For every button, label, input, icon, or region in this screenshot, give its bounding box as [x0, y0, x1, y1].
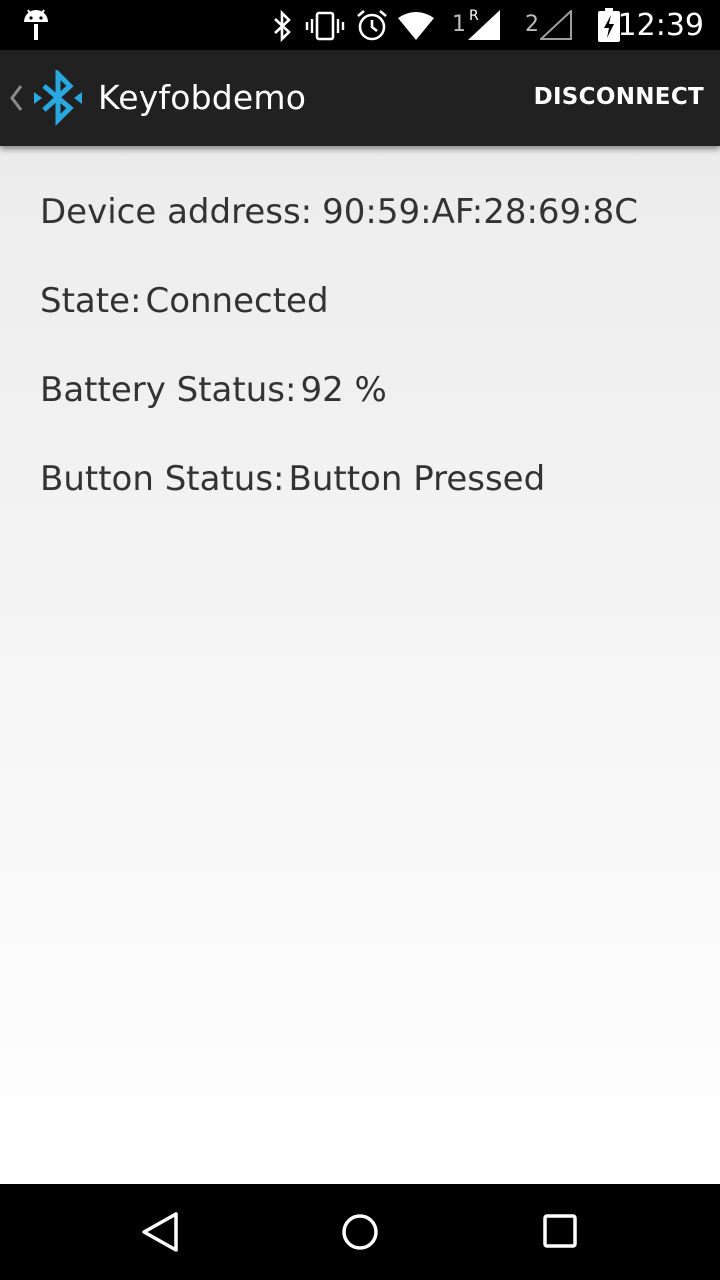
status-bar: 1 R 2 12:39: [0, 0, 720, 50]
button-status-label: Button Status:: [40, 459, 285, 499]
signal-sim1-icon: [468, 10, 500, 45]
alarm-icon: [355, 8, 389, 47]
device-address-row: Device address: 90:59:AF:28:69:8C: [40, 192, 638, 232]
bluetooth-icon[interactable]: [32, 67, 84, 131]
button-status-value: Button Pressed: [288, 459, 546, 499]
battery-status-label: Battery Status:: [40, 370, 297, 410]
battery-status-row: Battery Status: 92 %: [40, 370, 387, 410]
home-icon[interactable]: [338, 1206, 382, 1263]
device-address-value: 90:59:AF:28:69:8C: [322, 192, 639, 232]
disconnect-button[interactable]: DISCONNECT: [534, 84, 704, 110]
device-details-panel: Device address: 90:59:AF:28:69:8C State: C…: [0, 146, 720, 1184]
recents-icon[interactable]: [538, 1206, 582, 1263]
state-value: Connected: [145, 281, 329, 321]
status-clock: 12:39: [617, 8, 704, 43]
battery-status-value: 92 %: [300, 370, 387, 410]
up-navigation-icon[interactable]: [6, 80, 26, 121]
signal-sim2-icon: [538, 8, 572, 45]
action-bar: Keyfobdemo DISCONNECT: [0, 50, 720, 146]
button-status-row: Button Status: Button Pressed: [40, 459, 545, 499]
device-address-label: Device address:: [40, 192, 313, 232]
vibrate-icon: [305, 10, 345, 47]
sim2-label: 2: [525, 12, 539, 37]
bluetooth-icon: [272, 9, 294, 47]
page-title: Keyfobdemo: [98, 78, 307, 117]
wifi-icon: [398, 12, 434, 45]
state-label: State:: [40, 281, 142, 321]
navigation-bar: [0, 1184, 720, 1280]
back-icon[interactable]: [138, 1206, 182, 1263]
sim1-label: 1: [452, 12, 466, 37]
android-debug-icon: [22, 8, 50, 47]
state-row: State: Connected: [40, 281, 329, 321]
